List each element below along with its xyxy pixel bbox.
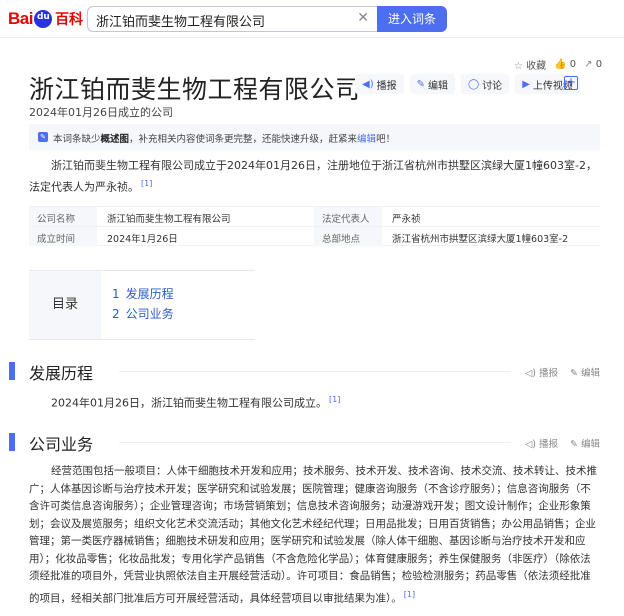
info-key: 法定代表人 xyxy=(314,207,382,226)
notice-banner: ✎ 本词条缺少概述图，补充相关内容使词条更完整，还能快速升级，赶紧来编辑吧！ xyxy=(29,124,600,150)
divider xyxy=(119,371,511,372)
history-paragraph: 2024年01月26日，浙江铂而斐生物工程有限公司成立。 [1] xyxy=(51,395,341,410)
clear-icon[interactable]: ✕ xyxy=(357,10,369,26)
report-button[interactable]: ◀) 播报 xyxy=(355,74,404,94)
reference-link[interactable]: [1] xyxy=(404,590,415,599)
pencil-icon: ✎ xyxy=(416,78,425,90)
add-button[interactable]: + xyxy=(564,76,578,90)
pencil-icon: ✎ xyxy=(569,368,578,379)
section-marker xyxy=(9,362,15,380)
section-title: 发展历程 xyxy=(29,364,94,383)
speaker-icon: ◁) xyxy=(524,368,536,379)
edit-link[interactable]: 编辑 xyxy=(357,134,376,145)
toc-item-history[interactable]: 1 发展历程 xyxy=(112,285,174,302)
business-paragraph: 经营范围包括一般项目：人体干细胞技术开发和应用；技术服务、技术开发、技术咨询、技… xyxy=(29,465,597,604)
section-title: 公司业务 xyxy=(29,435,94,454)
pencil-icon: ✎ xyxy=(569,439,578,450)
toc-item-business[interactable]: 2 公司业务 xyxy=(112,305,174,322)
thumbs-up-icon: 👍 xyxy=(554,59,567,70)
summary-paragraph: 浙江铂而斐生物工程有限公司成立于2024年01月26日，注册地位于浙江省杭州市拱… xyxy=(29,159,597,194)
baidu-baike-logo[interactable]: Bai du 百科 xyxy=(8,7,83,31)
search-input[interactable]: 浙江铂而斐生物工程有限公司 ✕ xyxy=(87,6,377,32)
info-value: 浙江省杭州市拱墅区滨绿大厦1幢603室-2 xyxy=(392,234,569,245)
report-button[interactable]: ◁) 播报 xyxy=(525,365,558,379)
info-row: 成立时间 2024年1月26日 总部地点 浙江省杭州市拱墅区滨绿大厦1幢603室… xyxy=(29,226,600,246)
info-key: 总部地点 xyxy=(314,227,382,246)
share-button[interactable]: ↗ 0 xyxy=(584,59,602,70)
title-actions: ◀) 播报 ✎ 编辑 ◯ 讨论 ▶ 上传视频 xyxy=(355,74,580,94)
video-icon: ▶ xyxy=(522,78,530,90)
info-value: 严永祯 xyxy=(392,214,421,225)
like-button[interactable]: 👍 0 xyxy=(554,59,576,70)
entry-toolbar: ☆ 收藏 👍 0 ↗ 0 xyxy=(514,57,602,72)
pencil-icon: ✎ xyxy=(38,132,48,142)
edit-button[interactable]: ✎ 编辑 xyxy=(570,436,600,450)
star-icon: ☆ xyxy=(514,61,523,72)
table-of-contents: 目录 1 发展历程 2 公司业务 xyxy=(29,270,255,340)
chat-icon: ◯ xyxy=(467,78,480,90)
edit-button[interactable]: ✎ 编辑 xyxy=(409,74,455,94)
reference-link[interactable]: [1] xyxy=(141,179,152,188)
info-row: 公司名称 浙江铂而斐生物工程有限公司 法定代表人 严永祯 xyxy=(29,206,600,226)
speaker-icon: ◁) xyxy=(524,439,536,450)
collect-button[interactable]: ☆ 收藏 xyxy=(514,57,546,72)
section-marker xyxy=(9,433,15,451)
section-tools: ◁) 播报 ✎ 编辑 xyxy=(525,365,600,379)
enter-entry-button[interactable]: 进入词条 xyxy=(377,6,447,32)
page-subtitle: 2024年01月26日成立的公司 xyxy=(29,106,173,119)
top-bar: Bai du 百科 浙江铂而斐生物工程有限公司 ✕ 进入词条 xyxy=(0,0,624,38)
toc-label: 目录 xyxy=(29,271,101,339)
info-value: 浙江铂而斐生物工程有限公司 xyxy=(107,214,231,225)
share-icon: ↗ xyxy=(584,59,593,70)
info-value: 2024年1月26日 xyxy=(107,234,178,245)
section-tools: ◁) 播报 ✎ 编辑 xyxy=(525,436,600,450)
discuss-button[interactable]: ◯ 讨论 xyxy=(460,74,510,94)
info-key: 成立时间 xyxy=(29,227,97,246)
search-input-value: 浙江铂而斐生物工程有限公司 xyxy=(96,15,266,30)
speaker-icon: ◀) xyxy=(362,78,374,90)
divider xyxy=(119,442,511,443)
section-header-business: 公司业务 ◁) 播报 ✎ 编辑 xyxy=(9,430,600,454)
section-header-history: 发展历程 ◁) 播报 ✎ 编辑 xyxy=(9,359,600,383)
report-button[interactable]: ◁) 播报 xyxy=(525,436,558,450)
paw-icon: du xyxy=(33,10,52,28)
page-title: 浙江铂而斐生物工程有限公司 xyxy=(29,75,361,104)
edit-button[interactable]: ✎ 编辑 xyxy=(570,365,600,379)
basic-info-table: 公司名称 浙江铂而斐生物工程有限公司 法定代表人 严永祯 成立时间 2024年1… xyxy=(29,206,600,246)
info-key: 公司名称 xyxy=(29,207,97,226)
reference-link[interactable]: [1] xyxy=(329,395,340,404)
